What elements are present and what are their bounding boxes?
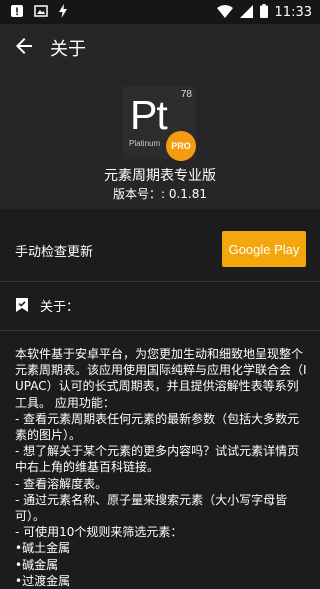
page-title: 关于 (50, 39, 86, 60)
flash-icon (58, 3, 68, 22)
check-update-label: 手动检查更新 (15, 245, 94, 260)
signal-icon (239, 3, 253, 22)
divider (0, 330, 320, 331)
logo-element-name: Platinum (129, 139, 161, 148)
battery-icon (259, 3, 268, 22)
app-name: 元素周期表专业版 (104, 168, 216, 184)
version-text: 版本号：: 0.1.81 (112, 187, 208, 201)
about-description: 本软件基于安卓平台，为您更加生动和细致地呈现整个元素周期表。该应用使用国际纯粹与… (15, 347, 307, 588)
bookmark-icon (16, 297, 28, 316)
status-bar: 11:33 (0, 0, 320, 24)
arrow-back-icon (16, 38, 32, 58)
warning-icon (10, 3, 24, 22)
about-label: 关于： (40, 300, 80, 315)
about-header: 关于： (0, 290, 320, 320)
logo-symbol: Pt (130, 92, 168, 138)
divider (0, 281, 320, 282)
status-time: 11:33 (274, 4, 312, 20)
update-row: 手动检查更新 Google Play (0, 215, 320, 279)
wifi-icon (216, 3, 233, 22)
logo-number: 78 (180, 89, 192, 100)
google-play-button[interactable]: Google Play (222, 231, 306, 267)
app-bar: 关于 (0, 24, 320, 72)
back-button[interactable] (0, 24, 48, 72)
photo-icon (34, 3, 48, 22)
pro-badge: PRO (166, 131, 196, 161)
